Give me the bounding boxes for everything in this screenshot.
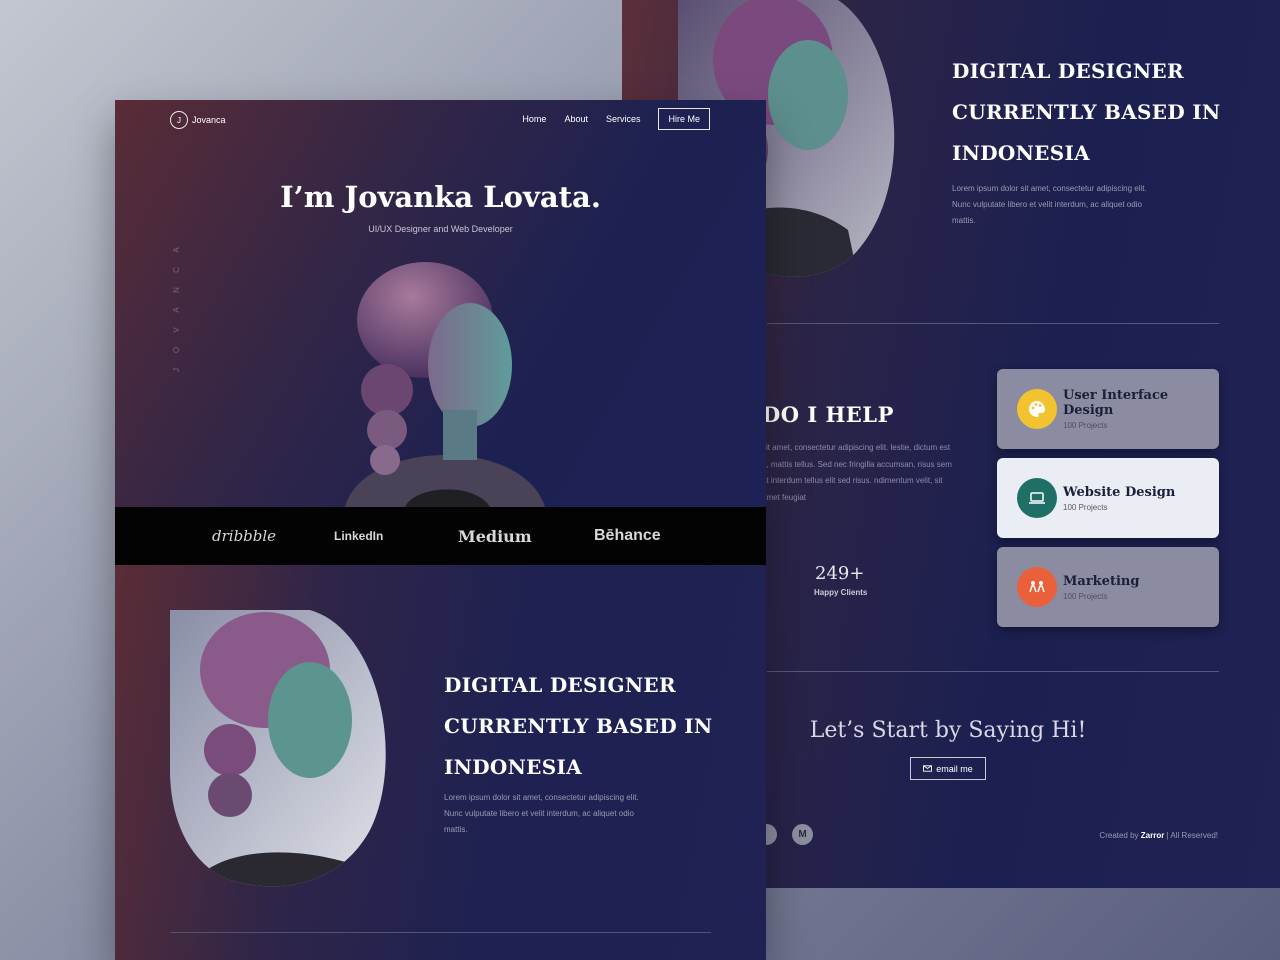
hero-title: I’m Jovanka Lovata. [280, 180, 601, 214]
service-title: Website Design [1063, 484, 1176, 500]
vertical-name-letter: A [172, 247, 181, 253]
nav-home[interactable]: Home [522, 114, 546, 124]
brand-logo[interactable]: J Jovanca [170, 111, 226, 129]
brand-name: Jovanca [192, 115, 226, 125]
vertical-name-letter: A [172, 307, 181, 313]
about-heading: DIGITAL DESIGNER CURRENTLY BASED IN INDO… [444, 673, 713, 779]
service-count: 100 Projects [1063, 421, 1108, 430]
service-count: 100 Projects [1063, 591, 1108, 601]
vertical-name-letter: V [172, 327, 181, 333]
hire-me-button[interactable]: Hire Me [658, 108, 710, 130]
about-portrait-image [170, 610, 386, 887]
section-divider [767, 323, 1219, 324]
service-card-marketing[interactable]: Marketing 100 Projects [997, 547, 1219, 627]
logo-mark: J [170, 111, 188, 129]
stat-label: Happy Clients [814, 588, 868, 597]
vertical-name-letter: O [172, 346, 181, 354]
section-divider [767, 671, 1219, 672]
top-nav: Home About Services Hire Me [522, 108, 710, 130]
vertical-name: A C N A V O J [172, 240, 182, 380]
footer-credit: Created by Zarror | All Reserved! [1099, 831, 1218, 840]
vertical-name-letter: C [172, 267, 181, 273]
people-icon [1017, 567, 1057, 607]
vertical-name-letter: J [172, 368, 181, 372]
palette-icon [1017, 389, 1057, 429]
hero-section: J Jovanca Home About Services Hire Me I’… [115, 100, 766, 507]
service-card-website-design[interactable]: Website Design 100 Projects [997, 458, 1219, 538]
medium-icon[interactable]: M [792, 824, 813, 845]
about-description: Lorem ipsum dolor sit amet, consectetur … [952, 184, 1147, 225]
behance-logo[interactable]: Bēhance [594, 527, 661, 545]
service-title: User Interface Design [1063, 388, 1169, 418]
nav-about[interactable]: About [564, 114, 588, 124]
hero-portrait-image [345, 262, 545, 507]
email-icon [923, 765, 933, 772]
service-count: 100 Projects [1063, 502, 1108, 512]
dribbble-logo[interactable]: dribbble [212, 527, 276, 545]
service-card-ui-design[interactable]: User Interface Design 100 Projects [997, 369, 1219, 449]
stat-number: 249+ [815, 563, 865, 584]
service-title: Marketing [1063, 573, 1140, 589]
section-divider [170, 932, 711, 933]
hero-subtitle: UI/UX Designer and Web Developer [368, 224, 513, 234]
about-heading: DIGITAL DESIGNER CURRENTLY BASED IN INDO… [952, 59, 1221, 165]
vertical-name-letter: N [172, 287, 181, 293]
about-section: DIGITAL DESIGNER CURRENTLY BASED IN INDO… [115, 565, 766, 960]
platform-logos-bar: dribbble LinkedIn Medium Bēhance [115, 507, 766, 565]
about-description: Lorem ipsum dolor sit amet, consectetur … [444, 793, 639, 834]
linkedin-logo[interactable]: LinkedIn [334, 529, 383, 543]
medium-logo[interactable]: Medium [458, 527, 532, 546]
laptop-icon [1017, 478, 1057, 518]
email-me-button[interactable]: email me [910, 757, 986, 780]
help-text: sit amet, consectetur adipiscing elit. l… [762, 443, 952, 502]
front-page-preview: J Jovanca Home About Services Hire Me I’… [115, 100, 766, 960]
nav-services[interactable]: Services [606, 114, 641, 124]
help-title: DO I HELP [762, 402, 894, 427]
